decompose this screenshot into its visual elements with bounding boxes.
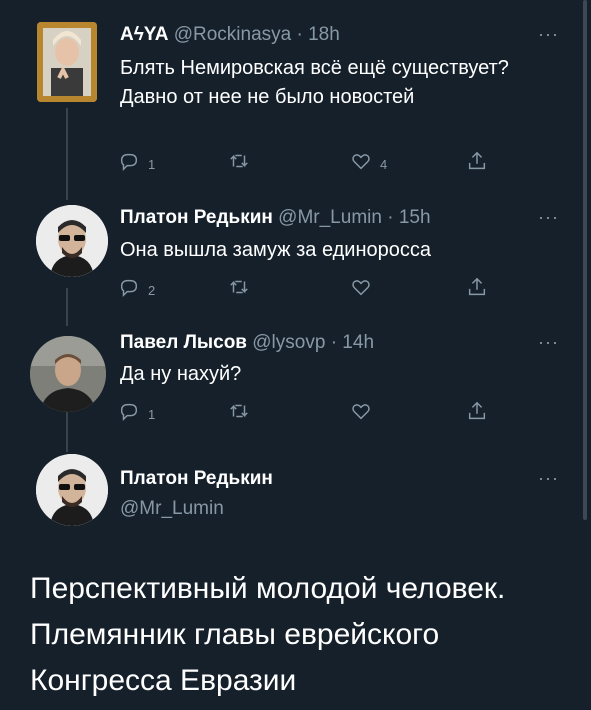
author-name[interactable]: Платон Редькин	[120, 207, 273, 228]
avatar-portrait-icon	[36, 454, 108, 526]
share-icon	[468, 151, 486, 170]
avatar[interactable]	[30, 336, 106, 412]
author-handle[interactable]: @lysovp	[252, 332, 325, 353]
like-count: 4	[380, 156, 388, 172]
tweet[interactable]: AϟYA @Rockinasya · 18h ··· Блять Немиров…	[0, 0, 591, 190]
retweet-icon	[230, 404, 248, 418]
author-handle[interactable]: @Mr_Lumin	[120, 498, 224, 519]
author-name[interactable]: Павел Лысов	[120, 332, 247, 353]
tweet-time[interactable]: · 14h	[331, 332, 374, 353]
reply-count: 1	[148, 156, 156, 172]
avatar-portrait-icon	[36, 205, 108, 277]
reply-icon	[120, 403, 138, 422]
tweet[interactable]: Павел Лысов @lysovp · 14h ··· Да ну наху…	[0, 320, 591, 450]
tweet-text: Да ну нахуй?	[120, 363, 242, 385]
retweet-button[interactable]	[228, 276, 250, 298]
more-options-icon[interactable]: ···	[538, 207, 559, 228]
share-icon	[468, 401, 486, 420]
more-options-icon[interactable]: ···	[538, 24, 559, 45]
share-button[interactable]	[466, 400, 488, 422]
tweet-time[interactable]: · 15h	[387, 207, 430, 228]
like-button[interactable]: 4	[350, 150, 387, 172]
retweet-button[interactable]	[228, 400, 250, 422]
reply-icon	[120, 153, 138, 172]
author-name[interactable]: Платон Редькин	[120, 468, 273, 489]
tweet-header: AϟYA @Rockinasya · 18h	[120, 24, 340, 46]
reply-button[interactable]: 1	[118, 400, 155, 422]
author-handle[interactable]: @Mr_Lumin	[278, 207, 382, 228]
share-icon	[468, 277, 486, 296]
action-bar: 1	[118, 400, 498, 424]
avatar[interactable]	[37, 22, 97, 102]
retweet-icon	[230, 154, 248, 168]
author-name[interactable]: AϟYA	[120, 24, 168, 45]
retweet-icon	[230, 280, 248, 294]
share-button[interactable]	[466, 150, 488, 172]
avatar-portrait-icon	[30, 336, 106, 412]
main-author-handle-line: @Mr_Lumin	[120, 498, 224, 520]
like-button[interactable]	[350, 400, 372, 422]
share-button[interactable]	[466, 276, 488, 298]
tweet[interactable]: Платон Редькин @Mr_Lumin · 15h ··· Она в…	[0, 190, 591, 320]
avatar-portrait-icon	[37, 22, 97, 102]
reply-count: 1	[148, 406, 156, 422]
reply-button[interactable]: 1	[118, 150, 155, 172]
heart-icon	[352, 404, 370, 420]
author-handle[interactable]: @Rockinasya	[174, 24, 292, 45]
retweet-button[interactable]	[228, 150, 250, 172]
avatar[interactable]	[36, 454, 108, 526]
reply-count: 2	[148, 282, 156, 298]
heart-icon	[352, 280, 370, 296]
more-options-icon[interactable]: ···	[538, 332, 559, 353]
tweet-text: Блять Немировская всё ещё существует? Да…	[120, 57, 509, 108]
tweet-time[interactable]: · 18h	[297, 24, 340, 45]
more-options-icon[interactable]: ···	[538, 468, 559, 489]
tweet-header: Павел Лысов @lysovp · 14h	[120, 332, 374, 354]
main-tweet-text: Перспективный молодой человек. Племянник…	[30, 572, 506, 697]
main-author-name-line: Платон Редькин	[120, 468, 273, 490]
avatar[interactable]	[36, 205, 108, 277]
action-bar: 1 4	[118, 150, 498, 174]
action-bar: 2	[118, 276, 498, 300]
reply-button[interactable]: 2	[118, 276, 155, 298]
tweet-text: Она вышла замуж за единоросса	[120, 239, 432, 261]
heart-icon	[352, 154, 370, 170]
reply-icon	[120, 279, 138, 298]
like-button[interactable]	[350, 276, 372, 298]
tweet-header: Платон Редькин @Mr_Lumin · 15h	[120, 207, 431, 229]
